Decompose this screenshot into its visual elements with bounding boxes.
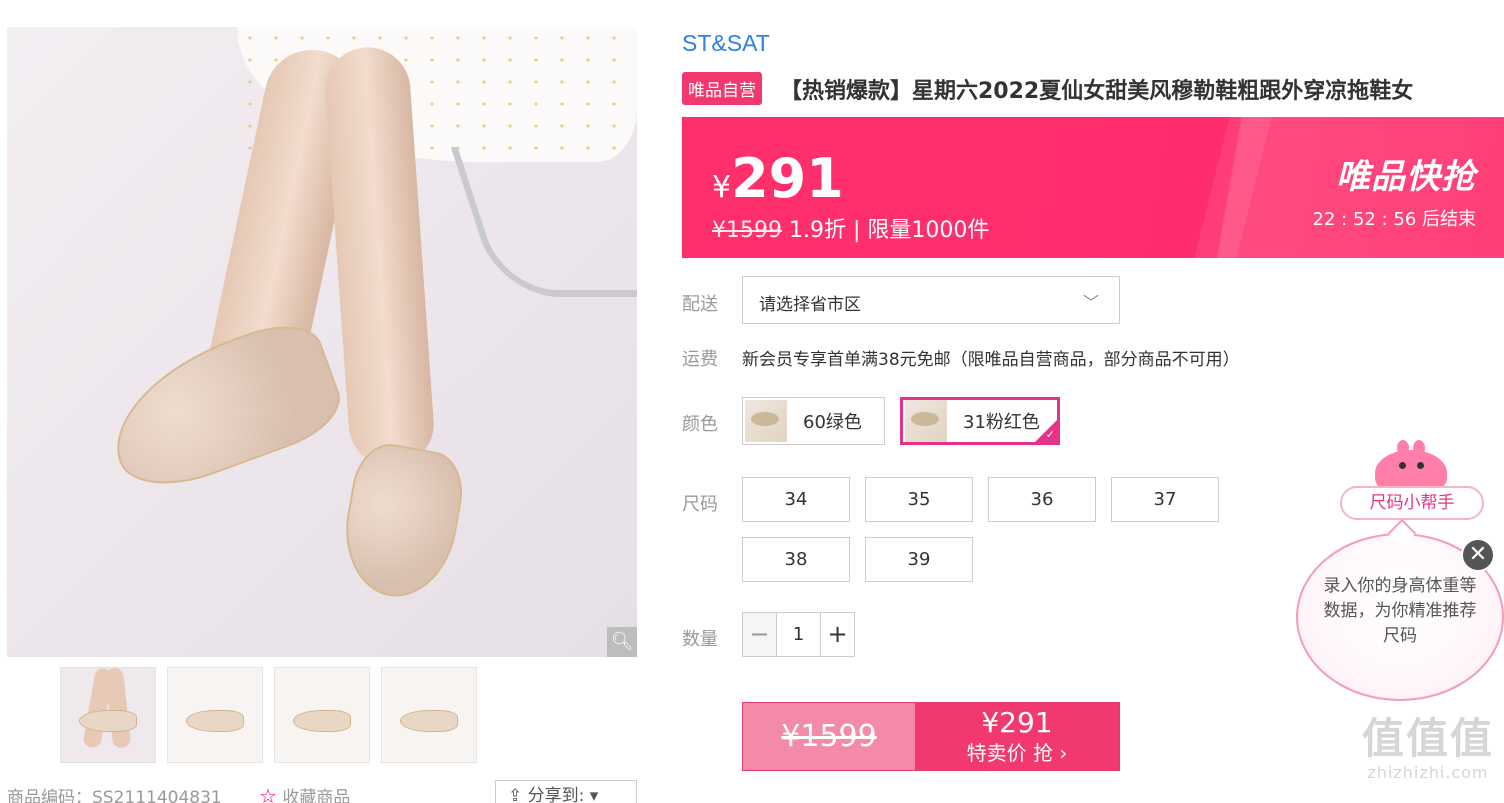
share-button[interactable]: ⇪ 分享到: ▾ xyxy=(495,780,637,803)
self-operated-badge: 唯品自营 xyxy=(682,72,762,105)
sku-code: 商品编码：SS2111404831 xyxy=(7,788,222,803)
star-icon: ☆ xyxy=(259,784,277,803)
brand-link[interactable]: ST&SAT xyxy=(682,30,770,57)
chevron-down-icon: ﹀ xyxy=(1082,293,1099,312)
magnifier-icon[interactable]: 🔍︎ xyxy=(607,627,637,657)
flash-price-sub: ¥1599 1.9折 | 限量1000件 xyxy=(712,212,989,244)
share-icon: ⇪ xyxy=(508,786,523,803)
original-price: ¥1599 xyxy=(712,218,782,243)
flash-price: ¥291 xyxy=(712,147,844,210)
region-select[interactable]: 请选择省市区 ﹀ xyxy=(742,276,1120,324)
color-option-label: 31粉红色 xyxy=(963,412,1040,433)
shoe-right xyxy=(334,438,470,606)
size-option-36[interactable]: 36 xyxy=(988,477,1096,522)
buy-action-label: 特卖价 抢 › xyxy=(966,741,1068,765)
quantity-decrease-button[interactable]: − xyxy=(743,613,777,656)
flash-price-value: 291 xyxy=(731,147,844,210)
size-option-39[interactable]: 39 xyxy=(865,537,973,582)
thumb-shoe xyxy=(186,710,244,732)
watermark-logo: 值值值 xyxy=(1361,714,1494,763)
quantity-increase-button[interactable]: + xyxy=(820,613,854,656)
mascot-eye xyxy=(1417,462,1424,469)
countdown-timer: 22 : 52 : 56 后结束 xyxy=(1312,209,1476,230)
quantity-label: 数量 xyxy=(682,629,718,650)
discount-info: 1.9折 | 限量1000件 xyxy=(782,218,990,243)
favorite-button[interactable]: ☆ 收藏商品 xyxy=(259,783,350,803)
watermark-url: zhizhizhi.com xyxy=(1367,763,1489,782)
title-row: 唯品自营 【热销爆款】星期六2022夏仙女甜美风穆勒鞋粗跟外穿凉拖鞋女 xyxy=(682,72,1413,105)
buy-original-price: ¥1599 xyxy=(743,703,915,770)
close-icon[interactable]: ✕ xyxy=(1461,538,1495,572)
site-watermark: 值值值 zhizhizhi.com xyxy=(1352,714,1504,783)
size-helper-tag[interactable]: 尺码小帮手 xyxy=(1340,486,1484,520)
flash-sale-title: 唯品快抢 xyxy=(1336,157,1476,197)
product-main-image[interactable]: 🔍︎ xyxy=(7,27,637,657)
color-label: 颜色 xyxy=(682,414,718,435)
color-swatch xyxy=(905,400,947,442)
mascot-eye xyxy=(1399,462,1406,469)
favorite-label: 收藏商品 xyxy=(282,788,351,803)
meta-row: 商品编码：SS2111404831 ☆ 收藏商品 ⇪ 分享到: ▾ xyxy=(7,780,637,803)
color-swatch xyxy=(745,400,787,442)
size-helper-text: 录入你的身高体重等数据，为你精准推荐尺码 xyxy=(1323,576,1477,646)
size-option-34[interactable]: 34 xyxy=(742,477,850,522)
freight-label: 运费 xyxy=(682,349,718,370)
buy-price: ¥291 xyxy=(981,706,1053,739)
thumbnail-2[interactable] xyxy=(167,667,263,763)
thumb-shoe xyxy=(293,710,351,732)
thumb-shoe xyxy=(79,710,137,732)
buy-action: ¥291 特卖价 抢 › xyxy=(915,703,1119,770)
thumb-leg xyxy=(104,668,132,749)
flash-sale-banner: ¥291 ¥1599 1.9折 | 限量1000件 唯品快抢 22 : 52 :… xyxy=(682,117,1504,258)
color-option-label: 60绿色 xyxy=(803,412,862,433)
buy-button[interactable]: ¥1599 ¥291 特卖价 抢 › xyxy=(742,702,1120,771)
share-label: 分享到: xyxy=(527,786,585,803)
mascot-icon[interactable] xyxy=(1375,440,1447,496)
size-option-38[interactable]: 38 xyxy=(742,537,850,582)
thumbnail-strip xyxy=(60,667,477,763)
color-option-green[interactable]: 60绿色 xyxy=(742,397,885,445)
thumbnail-4[interactable] xyxy=(381,667,477,763)
quantity-input[interactable]: 1 xyxy=(777,613,820,656)
quantity-stepper: − 1 + xyxy=(742,612,855,657)
thumb-shoe xyxy=(400,710,458,732)
size-option-35[interactable]: 35 xyxy=(865,477,973,522)
region-placeholder: 请选择省市区 xyxy=(759,295,861,315)
caret-down-icon: ▾ xyxy=(589,786,599,803)
thumbnail-1[interactable] xyxy=(60,667,156,763)
chair-leg xyxy=(450,147,637,297)
currency-symbol: ¥ xyxy=(712,170,732,205)
color-option-pink[interactable]: 31粉红色 ✓ xyxy=(900,397,1060,445)
delivery-label: 配送 xyxy=(682,294,718,315)
product-title: 【热销爆款】星期六2022夏仙女甜美风穆勒鞋粗跟外穿凉拖鞋女 xyxy=(780,78,1414,104)
check-icon: ✓ xyxy=(1045,428,1055,441)
freight-info: 新会员专享首单满38元免邮（限唯品自营商品，部分商品不可用） xyxy=(742,350,1240,370)
thumbnail-3[interactable] xyxy=(274,667,370,763)
size-option-37[interactable]: 37 xyxy=(1111,477,1219,522)
size-label: 尺码 xyxy=(682,494,718,515)
